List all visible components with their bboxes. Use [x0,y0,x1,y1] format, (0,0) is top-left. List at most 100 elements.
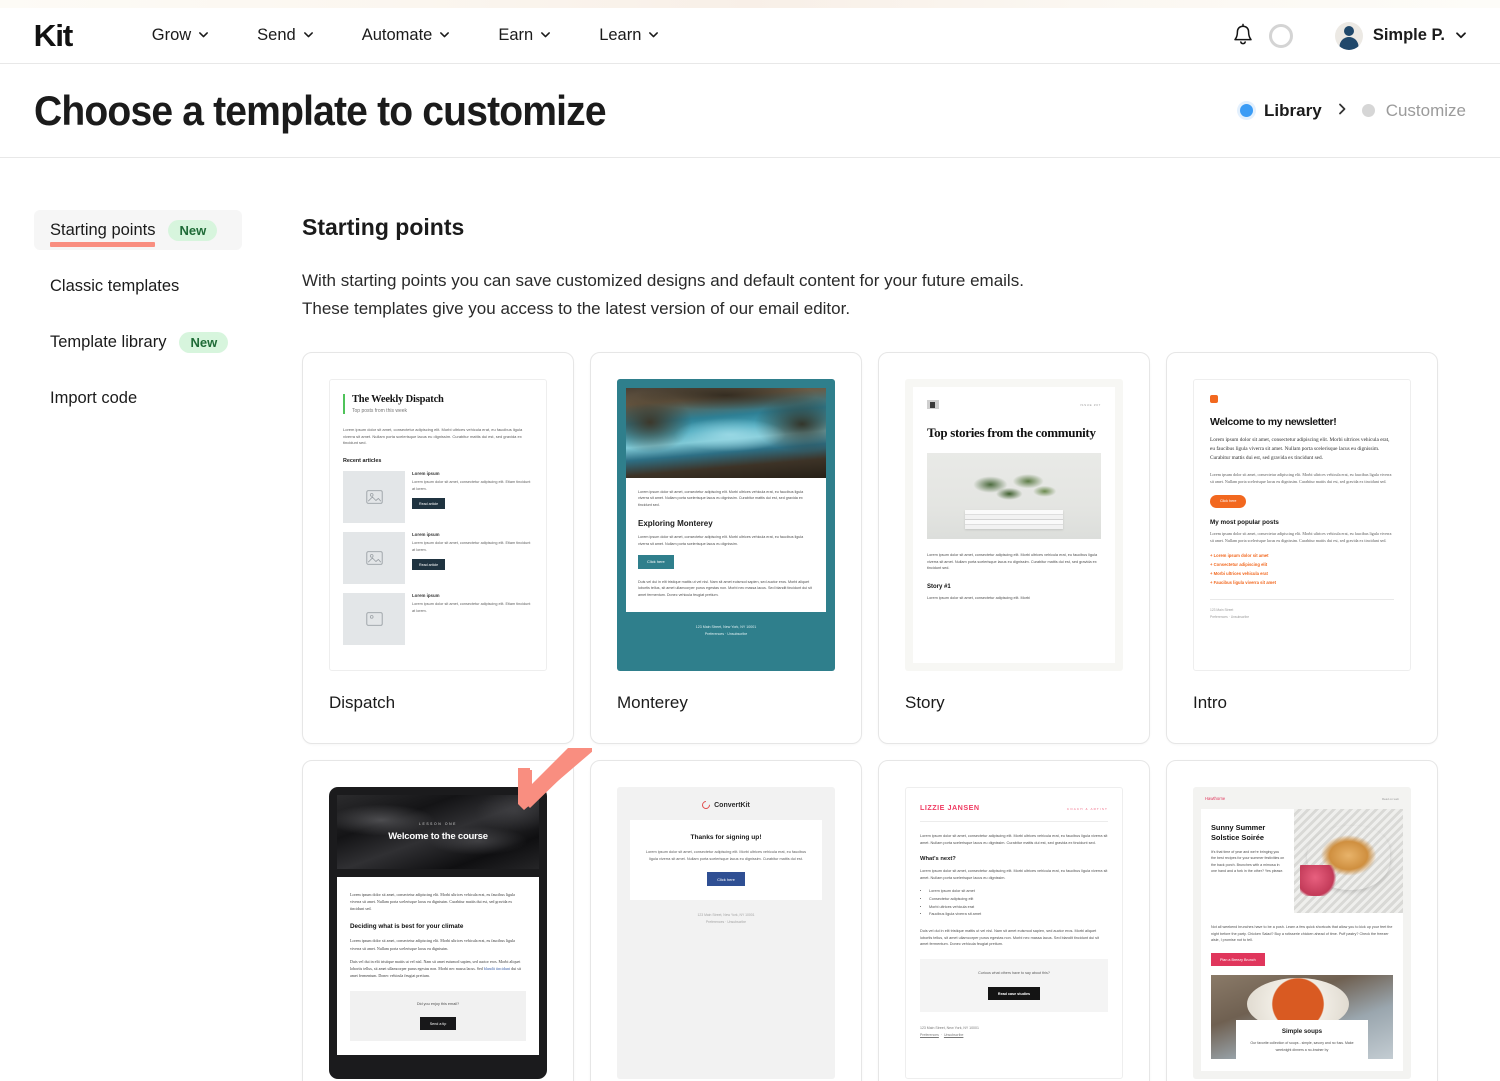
nav-item-send[interactable]: Send [233,18,338,53]
chevron-down-icon [648,29,659,40]
sidebar-item-import-code[interactable]: Import code [34,378,242,418]
dispatch-article-button: Read article [412,559,446,571]
dispatch-title: The Weekly Dispatch [352,394,444,406]
hawthorne-read-online: Read on web [1381,796,1399,801]
monterey-footer-links: Preferences · Unsubscribe [704,631,748,636]
lizzie-heading: What's next? [920,856,956,863]
hawthorne-header: Hawthorne Read on web [1201,796,1403,809]
top-accent-strip [0,0,1500,8]
monterey-button: Click here [638,554,674,569]
dispatch-article: Lorem ipsum Lorem ipsum dolor sit amet, … [343,593,533,646]
chevron-down-icon [198,29,209,40]
page-title: Choose a template to customize [34,86,607,134]
template-card-course[interactable]: LESSON ONE Welcome to the course Lorem i… [302,760,574,1081]
dispatch-article-text: Lorem ipsum Lorem ipsum dolor sit amet, … [412,532,533,584]
sidebar-item-classic-templates[interactable]: Classic templates [34,266,242,306]
chevron-down-icon [1455,29,1466,40]
sidebar-item-template-library[interactable]: Template library New [34,322,242,362]
course-tip-button: Send a tip [419,1017,457,1031]
lizzie-divider [920,821,1108,823]
orange-square-icon [1210,395,1218,404]
template-card-story[interactable]: ISSUE #07 Top stories from the community… [878,352,1150,745]
monterey-hero-image [626,388,826,479]
course-tip-box: Did you enjoy this email? Send a tip [350,990,526,1042]
template-preview-intro: Welcome to my newsletter! Lorem ipsum do… [1193,379,1411,672]
story-title: Top stories from the community [927,425,1096,441]
step-dot-active-icon [1240,104,1254,117]
hawthorne-soup-card: Simple soups Our favorite collection of … [1236,1020,1368,1060]
convertkit-logo: ConvertKit [630,799,822,811]
header-actions: Simple P. [1231,21,1466,50]
lizzie-cta-box: Curious what others have to say about th… [920,958,1108,1013]
dispatch-article-button: Read article [412,498,446,510]
sidebar-label-classic-templates: Classic templates [50,276,180,295]
hawthorne-hero-text: Sunny Summer Solstice Soirée It's that t… [1201,809,1294,913]
app-root: Kit Grow Send Automate Earn Learn Simple… [0,0,1500,1081]
dispatch-article-title: Lorem ipsum [412,593,440,599]
lizzie-footer: 123 Main Street, New York, NY 10001 Pref… [920,1025,1108,1039]
lizzie-list-item: Lorem ipsum dolor sit amet [929,888,1108,896]
dispatch-article-text: Lorem ipsum Lorem ipsum dolor sit amet, … [412,471,533,523]
monterey-intro: Lorem ipsum dolor sit amet, consectetur … [638,490,804,507]
dispatch-article-body: Lorem ipsum dolor sit amet, consectetur … [412,480,531,491]
template-card-monterey[interactable]: Lorem ipsum dolor sit amet, consectetur … [590,352,862,745]
template-preview-hawthorne: Hawthorne Read on web Sunny Summer Solst… [1193,787,1411,1080]
dispatch-article-title: Lorem ipsum [412,471,440,477]
monterey-content: Lorem ipsum dolor sit amet, consectetur … [626,478,826,612]
nav-item-earn[interactable]: Earn [474,18,575,53]
monterey-heading: Exploring Monterey [638,519,713,529]
user-name-label: Simple P. [1372,26,1445,44]
chevron-down-icon [540,29,551,40]
section-description-line1: With starting points you can save custom… [302,271,1024,290]
lizzie-list-item: Consectetur adipiscing elit [929,896,1108,904]
template-card-lizzie-jansen[interactable]: LIZZIE JANSEN COACH & ARTIST Lorem ipsum… [878,760,1150,1081]
story-subbody: Lorem ipsum dolor sit amet, consectetur … [927,595,1030,600]
dispatch-article-text: Lorem ipsum Lorem ipsum dolor sit amet, … [412,593,533,645]
breadcrumb-separator-icon [1335,102,1349,119]
dispatch-article-body: Lorem ipsum dolor sit amet, consectetur … [412,541,531,552]
template-card-convertkit[interactable]: ConvertKit Thanks for signing up! Lorem … [590,760,862,1081]
course-heading: Deciding what is best for your climate [350,923,464,931]
nav-item-automate[interactable]: Automate [338,18,475,53]
page-body: Starting points New Classic templates Te… [0,158,1500,1081]
hawthorne-body2: Not all weekend brunches have to be a po… [1211,925,1393,943]
story-hero-image [927,453,1101,540]
template-preview-dispatch: The Weekly Dispatch Top posts from this … [329,379,547,672]
convertkit-body: Lorem ipsum dolor sit amet, consectetur … [645,850,807,861]
lizzie-footer-links: Preferences · Unsubscribe [920,1033,964,1038]
lizzie-role: COACH & ARTIST [1066,807,1108,812]
bell-icon[interactable] [1231,23,1255,49]
sidebar-label-starting-points: Starting points [50,220,156,247]
lizzie-cta-text: Curious what others have to say about th… [978,970,1050,975]
template-card-dispatch[interactable]: The Weekly Dispatch Top posts from this … [302,352,574,745]
convertkit-card: Thanks for signing up! Lorem ipsum dolor… [630,820,822,901]
template-preview-monterey: Lorem ipsum dolor sit amet, consectetur … [617,379,835,672]
template-name-intro: Intro [1193,693,1228,713]
progress-ring-icon[interactable] [1268,23,1293,48]
sidebar-badge-new: New [168,219,218,241]
nav-item-grow[interactable]: Grow [128,18,233,53]
hawthorne-body: Not all weekend brunches have to be a po… [1201,913,1403,1072]
story-body: Lorem ipsum dolor sit amet, consectetur … [927,553,1098,571]
dispatch-section-heading: Recent articles [343,458,382,465]
section-description-line2: These templates give you access to the l… [302,298,851,318]
kit-logo[interactable]: Kit [34,20,74,51]
lizzie-footer-address: 123 Main Street, New York, NY 10001 [920,1026,979,1031]
template-card-intro[interactable]: Welcome to my newsletter! Lorem ipsum do… [1166,352,1438,745]
hawthorne-hero: Sunny Summer Solstice Soirée It's that t… [1201,809,1403,914]
nav-item-learn[interactable]: Learn [575,18,683,53]
intro-footer-address: 123 Main Street [1210,607,1234,612]
sidebar-item-starting-points[interactable]: Starting points New [34,210,242,250]
hawthorne-hero-image [1293,809,1403,914]
breadcrumb-step-customize[interactable]: Customize [1361,101,1466,121]
course-body: Lorem ipsum dolor sit amet, consectetur … [337,877,539,1056]
user-menu[interactable]: Simple P. [1334,21,1466,50]
course-hero: LESSON ONE Welcome to the course [337,795,539,870]
story-issue-label: ISSUE #07 [1079,402,1101,407]
dispatch-article: Lorem ipsum Lorem ipsum dolor sit amet, … [343,532,533,585]
monterey-footer-address: 123 Main Street, New York, NY 10001 [695,624,757,629]
dispatch-article-title: Lorem ipsum [412,532,440,538]
monterey-email: Lorem ipsum dolor sit amet, consectetur … [626,388,826,612]
template-card-hawthorne[interactable]: Hawthorne Read on web Sunny Summer Solst… [1166,760,1438,1081]
breadcrumb-step-library[interactable]: Library [1240,101,1322,121]
